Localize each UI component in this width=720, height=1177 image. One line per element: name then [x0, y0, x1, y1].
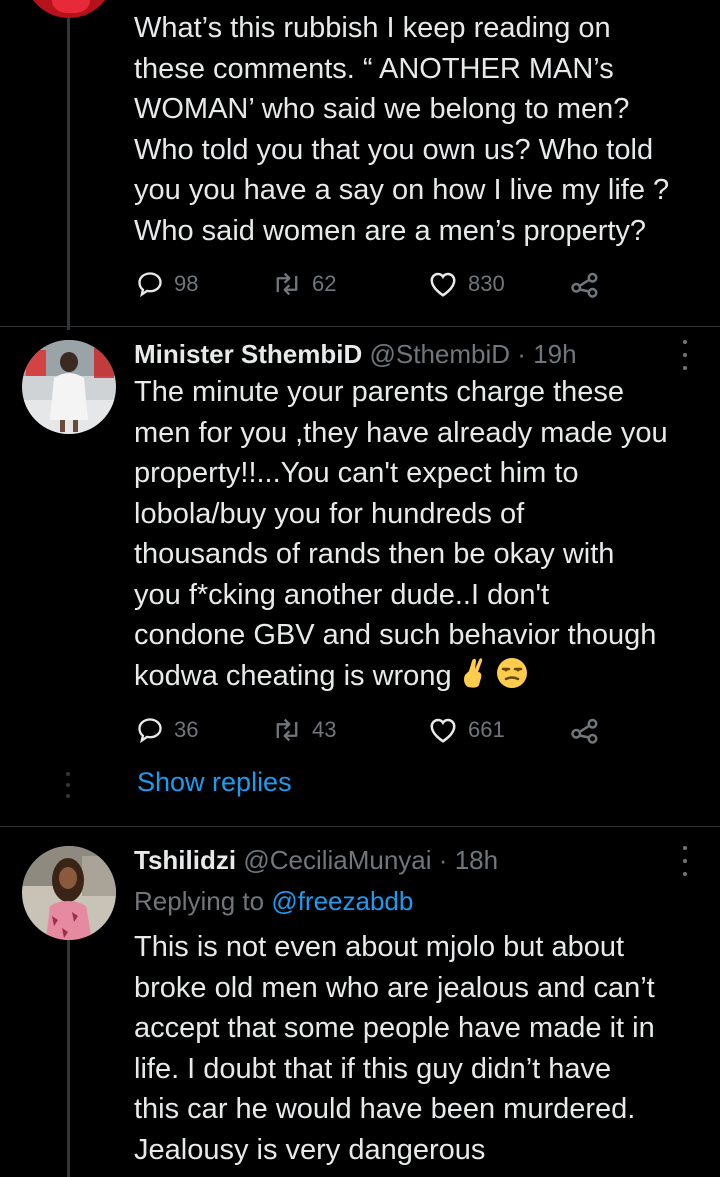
retweet-button[interactable]: 43 [272, 712, 336, 748]
retweet-count: 62 [312, 271, 337, 296]
retweet-icon [272, 716, 302, 744]
retweet-count: 43 [312, 717, 337, 742]
reply-thread: What’s this rubbish I keep reading on th… [0, 0, 720, 1177]
reply-count: 36 [174, 717, 199, 742]
thread-line [67, 18, 70, 330]
tweet-actions: 36 43 661 [134, 712, 614, 748]
avatar[interactable] [22, 846, 116, 940]
show-replies-link[interactable]: Show replies [137, 767, 292, 798]
tweet-actions: 98 62 830 [134, 266, 614, 302]
reply-count: 98 [174, 271, 199, 296]
reply-icon [136, 716, 164, 744]
display-name[interactable]: Minister SthembiD [134, 339, 362, 369]
replying-to: Replying to @freezabdb [134, 886, 413, 917]
user-handle[interactable]: @CeciliaMunyai [243, 845, 431, 875]
prev-avatar[interactable] [24, 0, 114, 18]
replying-to-label: Replying to [134, 886, 265, 916]
reply-icon [136, 270, 164, 298]
divider [0, 326, 720, 327]
thread-continuation-dots [66, 772, 70, 798]
more-icon[interactable] [676, 846, 694, 876]
tweet-header: Tshilidzi @CeciliaMunyai · 18h [134, 844, 498, 876]
share-icon [570, 716, 600, 744]
like-icon [428, 716, 458, 744]
tweet-body: The minute your parents charge these men… [134, 376, 668, 692]
retweet-icon [272, 270, 302, 298]
reply-button[interactable]: 98 [136, 266, 198, 302]
separator-dot: · [438, 845, 448, 875]
more-icon[interactable] [676, 340, 694, 370]
like-button[interactable]: 830 [428, 266, 505, 302]
like-icon [428, 270, 458, 298]
like-count: 661 [468, 717, 505, 742]
reply-button[interactable]: 36 [136, 712, 198, 748]
tweet-text: What’s this rubbish I keep reading on th… [134, 12, 670, 247]
display-name[interactable]: Tshilidzi [134, 845, 236, 875]
separator-dot: · [517, 339, 526, 369]
share-button[interactable] [570, 266, 600, 302]
user-handle[interactable]: @SthembiD [369, 339, 510, 369]
tweet-header: Minister SthembiD @SthembiD · 19h [134, 338, 577, 370]
unamused-face-icon [496, 657, 528, 701]
like-button[interactable]: 661 [428, 712, 505, 748]
divider [0, 826, 720, 827]
thread-line [67, 940, 70, 1177]
replying-to-handle[interactable]: @freezabdb [271, 886, 413, 916]
timestamp[interactable]: 19h [533, 339, 576, 369]
like-count: 830 [468, 271, 505, 296]
share-button[interactable] [570, 712, 600, 748]
share-icon [570, 270, 600, 298]
retweet-button[interactable]: 62 [272, 266, 336, 302]
tweet-text: This is not even about mjolo but about b… [134, 931, 655, 1166]
avatar[interactable] [22, 340, 116, 434]
tweet-text: The minute your parents charge these men… [134, 372, 704, 700]
fingers-crossed-icon [460, 657, 488, 701]
timestamp[interactable]: 18h [455, 845, 498, 875]
